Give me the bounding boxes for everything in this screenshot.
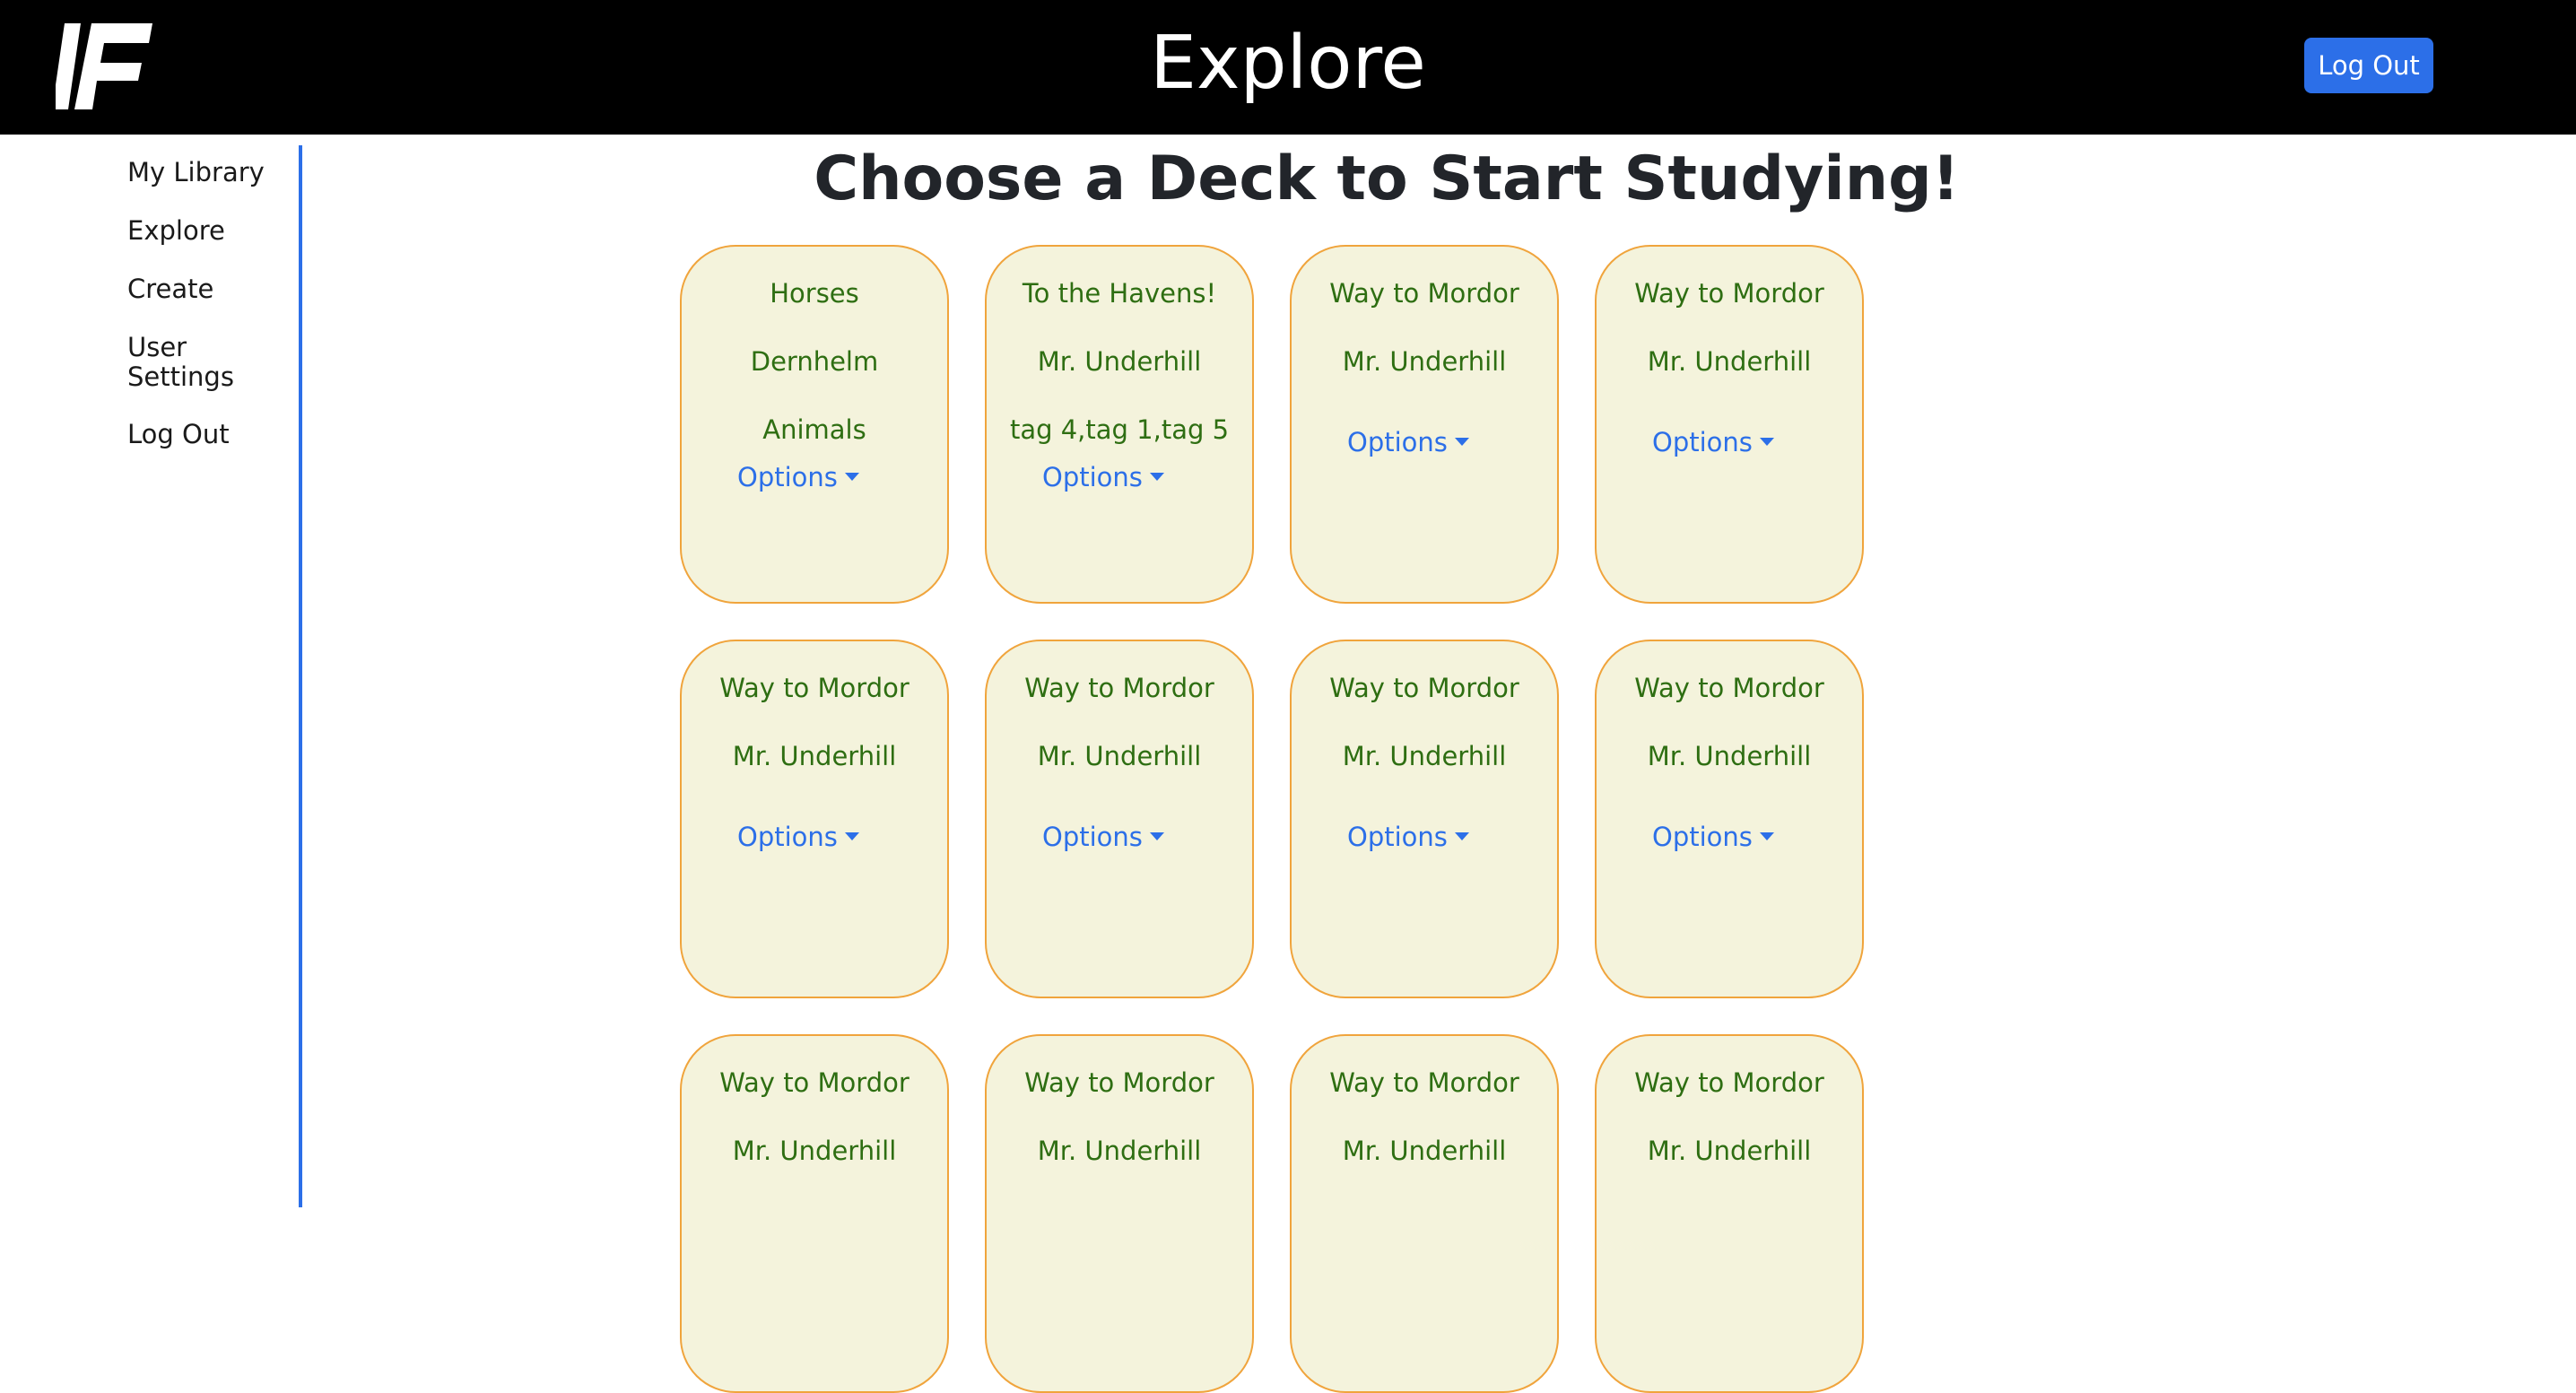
page-title: Explore	[1150, 21, 1426, 106]
deck-author: Mr. Underhill	[1647, 1136, 1812, 1166]
sidebar-item-log-out[interactable]: Log Out	[127, 420, 289, 449]
sidebar: My Library Explore Create User Settings …	[0, 135, 301, 1207]
deck-title: Way to Mordor	[1634, 1067, 1824, 1098]
deck-title: Way to Mordor	[1634, 673, 1824, 703]
deck-title: Way to Mordor	[1024, 1067, 1214, 1098]
deck-card[interactable]: Way to Mordor Mr. Underhill Options	[1290, 640, 1559, 998]
deck-title: Way to Mordor	[1329, 278, 1519, 309]
deck-tags: Animals	[762, 414, 866, 445]
options-dropdown[interactable]: Options	[1042, 461, 1164, 493]
sidebar-item-user-settings[interactable]: User Settings	[127, 333, 262, 392]
deck-author: Mr. Underhill	[1037, 346, 1202, 377]
deck-author: Mr. Underhill	[1037, 1136, 1202, 1166]
deck-card[interactable]: Way to Mordor Mr. Underhill Options	[1595, 245, 1864, 604]
sidebar-divider	[299, 145, 302, 1207]
deck-author: Mr. Underhill	[1037, 741, 1202, 771]
options-label: Options	[1652, 427, 1753, 457]
deck-title: Way to Mordor	[1329, 673, 1519, 703]
options-dropdown[interactable]: Options	[1347, 821, 1469, 853]
options-label: Options	[737, 822, 838, 852]
caret-down-icon	[844, 831, 859, 840]
options-dropdown[interactable]: Options	[1042, 821, 1164, 853]
deck-card[interactable]: Way to Mordor Mr. Underhill Options	[985, 640, 1254, 998]
deck-card[interactable]: Way to Mordor Mr. Underhill	[1290, 1034, 1559, 1393]
deck-card[interactable]: Way to Mordor Mr. Underhill Options	[1595, 640, 1864, 998]
deck-title: Way to Mordor	[719, 673, 909, 703]
deck-author: Mr. Underhill	[1342, 346, 1507, 377]
caret-down-icon	[1454, 437, 1469, 446]
deck-card[interactable]: Way to Mordor Mr. Underhill	[985, 1034, 1254, 1393]
deck-card[interactable]: Way to Mordor Mr. Underhill	[680, 1034, 949, 1393]
deck-card[interactable]: Way to Mordor Mr. Underhill	[1595, 1034, 1864, 1393]
deck-title: Way to Mordor	[1024, 673, 1214, 703]
options-label: Options	[1347, 822, 1448, 852]
caret-down-icon	[1454, 831, 1469, 840]
options-label: Options	[1042, 822, 1143, 852]
options-label: Options	[1042, 462, 1143, 492]
deck-author: Mr. Underhill	[732, 741, 897, 771]
caret-down-icon	[1759, 437, 1774, 446]
deck-author: Mr. Underhill	[1647, 346, 1812, 377]
caret-down-icon	[1149, 831, 1164, 840]
sidebar-item-create[interactable]: Create	[127, 274, 289, 304]
deck-title: Way to Mordor	[1634, 278, 1824, 309]
deck-author: Mr. Underhill	[1342, 1136, 1507, 1166]
deck-card[interactable]: Way to Mordor Mr. Underhill Options	[1290, 245, 1559, 604]
top-navbar: Explore Log Out	[0, 0, 2576, 135]
caret-down-icon	[1149, 472, 1164, 481]
deck-author: Mr. Underhill	[732, 1136, 897, 1166]
options-label: Options	[1652, 822, 1753, 852]
deck-tags: tag 4,tag 1,tag 5	[1009, 414, 1230, 445]
deck-author: Mr. Underhill	[1342, 741, 1507, 771]
deck-author: Dernhelm	[750, 346, 879, 377]
options-dropdown[interactable]: Options	[737, 821, 859, 853]
deck-author: Mr. Underhill	[1647, 741, 1812, 771]
options-dropdown[interactable]: Options	[1347, 426, 1469, 458]
sidebar-item-explore[interactable]: Explore	[127, 216, 289, 246]
options-dropdown[interactable]: Options	[737, 461, 859, 493]
options-dropdown[interactable]: Options	[1652, 426, 1774, 458]
deck-title: Horses	[770, 278, 859, 309]
options-label: Options	[737, 462, 838, 492]
options-label: Options	[1347, 427, 1448, 457]
logout-button[interactable]: Log Out	[2304, 38, 2433, 93]
deck-title: Way to Mordor	[719, 1067, 909, 1098]
options-dropdown[interactable]: Options	[1652, 821, 1774, 853]
caret-down-icon	[1759, 831, 1774, 840]
sidebar-item-my-library[interactable]: My Library	[127, 158, 289, 187]
deck-card[interactable]: Way to Mordor Mr. Underhill Options	[680, 640, 949, 998]
main-heading: Choose a Deck to Start Studying!	[814, 144, 1960, 214]
deck-card[interactable]: Horses Dernhelm Animals Options	[680, 245, 949, 604]
deck-title: To the Havens!	[1022, 278, 1217, 309]
caret-down-icon	[844, 472, 859, 481]
deck-title: Way to Mordor	[1329, 1067, 1519, 1098]
deck-card[interactable]: To the Havens! Mr. Underhill tag 4,tag 1…	[985, 245, 1254, 604]
